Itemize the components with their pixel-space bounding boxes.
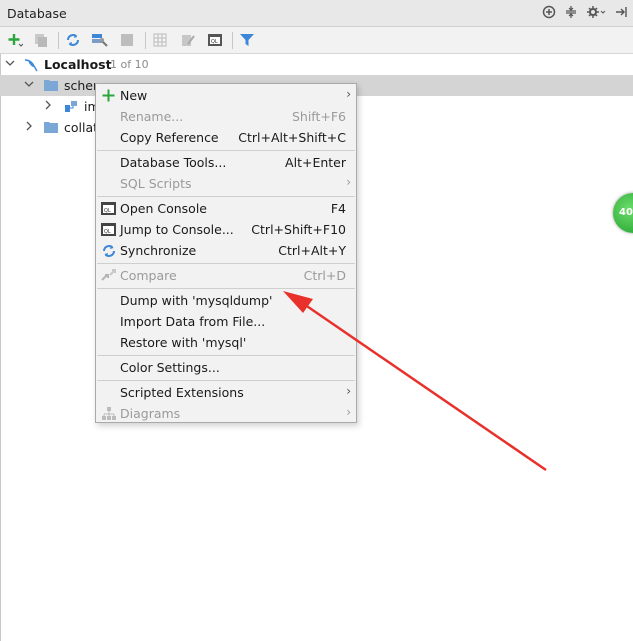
annotation-arrow (283, 291, 547, 472)
